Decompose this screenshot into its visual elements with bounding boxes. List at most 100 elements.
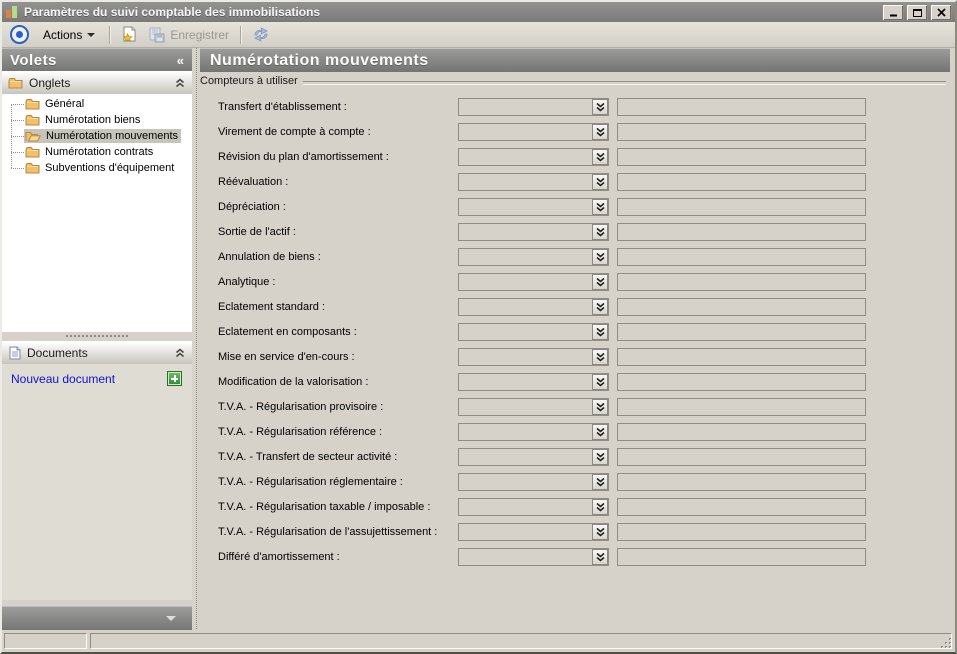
counter-value-field[interactable] <box>617 348 866 366</box>
counter-value-field[interactable] <box>617 273 866 291</box>
counter-combo-field[interactable] <box>458 298 609 316</box>
combo-dropdown-button[interactable] <box>592 299 608 315</box>
resize-grip[interactable] <box>940 637 953 650</box>
counter-value-field[interactable] <box>617 523 866 541</box>
combo-dropdown-button[interactable] <box>592 374 608 390</box>
volets-header: Volets « <box>2 48 192 71</box>
sidebar-main-splitter[interactable] <box>196 48 197 629</box>
tree-item[interactable]: Subventions d'équipement <box>2 160 192 176</box>
tree-item-label: Numérotation biens <box>45 114 141 126</box>
counter-combo-field[interactable] <box>458 123 609 141</box>
chevron-double-down-icon <box>596 502 604 512</box>
tree-item[interactable]: Numérotation contrats <box>2 144 192 160</box>
combo-dropdown-button[interactable] <box>592 449 608 465</box>
actions-button[interactable]: Actions <box>35 25 103 45</box>
add-document-button[interactable] <box>167 371 182 386</box>
counter-combo-field[interactable] <box>458 273 609 291</box>
tree-item-label: Numérotation mouvements <box>46 130 179 142</box>
counter-combo-field[interactable] <box>458 348 609 366</box>
counter-combo-field[interactable] <box>458 223 609 241</box>
counter-combo-field[interactable] <box>458 148 609 166</box>
tree-stub-line <box>11 104 24 105</box>
counter-value-field[interactable] <box>617 223 866 241</box>
combo-dropdown-button[interactable] <box>592 349 608 365</box>
counter-combo-field[interactable] <box>458 248 609 266</box>
combo-dropdown-button[interactable] <box>592 549 608 565</box>
tree-item[interactable]: Numérotation biens <box>2 112 192 128</box>
combo-dropdown-button[interactable] <box>592 224 608 240</box>
toolbar-separator <box>240 25 242 44</box>
counter-value-field[interactable] <box>617 548 866 566</box>
close-button[interactable] <box>930 3 952 21</box>
combo-dropdown-button[interactable] <box>592 174 608 190</box>
counter-value-field[interactable] <box>617 373 866 391</box>
save-button[interactable]: Enregistrer <box>143 25 234 45</box>
counter-value-field[interactable] <box>617 148 866 166</box>
combo-dropdown-button[interactable] <box>592 274 608 290</box>
combo-dropdown-button[interactable] <box>592 474 608 490</box>
sidebar-bottom-dropdown[interactable] <box>2 606 192 630</box>
actions-menu-icon[interactable] <box>10 25 29 44</box>
field-label: T.V.A. - Transfert de secteur activité : <box>218 451 398 463</box>
counter-value-field[interactable] <box>617 98 866 116</box>
counter-value-field[interactable] <box>617 398 866 416</box>
counter-combo-field[interactable] <box>458 423 609 441</box>
tree-item[interactable]: Numérotation mouvements <box>2 128 192 144</box>
counter-combo-field[interactable] <box>458 198 609 216</box>
counter-value-field[interactable] <box>617 498 866 516</box>
app-icon <box>5 5 19 19</box>
sidebar-splitter[interactable] <box>2 332 192 341</box>
tree-item-label: Général <box>45 98 85 110</box>
counter-combo-field[interactable] <box>458 548 609 566</box>
counter-combo-field[interactable] <box>458 473 609 491</box>
onglets-section-header[interactable]: Onglets <box>2 71 192 95</box>
counter-value-field[interactable] <box>617 248 866 266</box>
counter-combo-field[interactable] <box>458 98 609 116</box>
new-document-link[interactable]: Nouveau document <box>11 372 115 386</box>
field-label: Transfert d'établissement : <box>218 101 347 113</box>
minimize-button[interactable] <box>882 3 904 21</box>
counter-value-field[interactable] <box>617 448 866 466</box>
counter-combo-field[interactable] <box>458 398 609 416</box>
maximize-button[interactable] <box>906 3 928 21</box>
combo-dropdown-button[interactable] <box>592 124 608 140</box>
form-row: Analytique : <box>200 271 950 296</box>
folder-closed-icon <box>25 115 40 126</box>
counter-combo-field[interactable] <box>458 173 609 191</box>
combo-dropdown-button[interactable] <box>592 199 608 215</box>
form-row: Révision du plan d'amortissement : <box>200 146 950 171</box>
new-document-button[interactable] <box>116 24 143 45</box>
combo-dropdown-button[interactable] <box>592 399 608 415</box>
combo-dropdown-button[interactable] <box>592 99 608 115</box>
combo-dropdown-button[interactable] <box>592 524 608 540</box>
counter-value-field[interactable] <box>617 298 866 316</box>
group-line <box>302 80 946 84</box>
counter-value-field[interactable] <box>617 123 866 141</box>
counter-value-field[interactable] <box>617 173 866 191</box>
counter-value-field[interactable] <box>617 423 866 441</box>
counter-value-field[interactable] <box>617 198 866 216</box>
status-panel-left <box>4 633 87 649</box>
combo-dropdown-button[interactable] <box>592 424 608 440</box>
actions-label: Actions <box>43 27 83 42</box>
counter-combo-field[interactable] <box>458 373 609 391</box>
collapse-section-icon[interactable] <box>175 348 185 358</box>
combo-dropdown-button[interactable] <box>592 324 608 340</box>
counter-combo-field[interactable] <box>458 498 609 516</box>
tree-item[interactable]: Général <box>2 96 192 112</box>
refresh-button[interactable] <box>247 25 275 44</box>
field-label: T.V.A. - Régularisation de l'assujettiss… <box>218 526 438 538</box>
documents-section-header[interactable]: Documents <box>2 341 192 365</box>
counter-value-field[interactable] <box>617 473 866 491</box>
collapse-sidebar-icon[interactable]: « <box>177 53 184 68</box>
status-bar <box>2 630 955 652</box>
combo-dropdown-button[interactable] <box>592 249 608 265</box>
combo-dropdown-button[interactable] <box>592 149 608 165</box>
tree-stub-line <box>11 120 24 121</box>
counter-combo-field[interactable] <box>458 448 609 466</box>
combo-dropdown-button[interactable] <box>592 499 608 515</box>
counter-value-field[interactable] <box>617 323 866 341</box>
counter-combo-field[interactable] <box>458 323 609 341</box>
counter-combo-field[interactable] <box>458 523 609 541</box>
collapse-section-icon[interactable] <box>175 78 185 88</box>
